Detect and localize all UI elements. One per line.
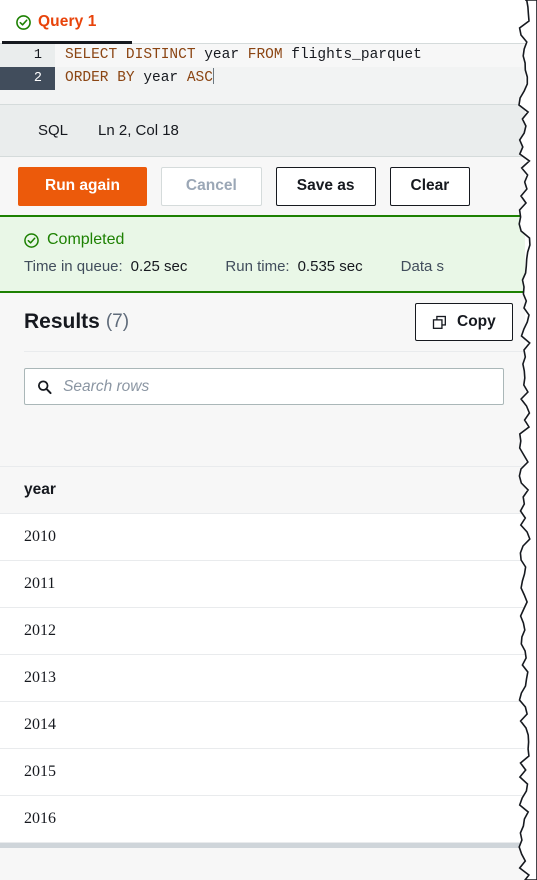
tab-label: Query 1 bbox=[38, 13, 97, 30]
results-header: Results (7) Copy bbox=[0, 293, 525, 351]
results-table-body: 2010 2011 2012 2013 2014 2015 2016 bbox=[0, 513, 525, 843]
search-rows-box[interactable] bbox=[24, 368, 504, 405]
line-number: 1 bbox=[0, 44, 55, 67]
sql-keyword: FROM bbox=[247, 47, 292, 63]
stat-value: 0.535 sec bbox=[297, 258, 363, 275]
sql-keyword: ASC bbox=[186, 70, 213, 86]
cell-year: 2013 bbox=[0, 654, 525, 702]
cursor-position-label: Ln 2, Col 18 bbox=[98, 122, 179, 139]
sql-identifier: year bbox=[143, 70, 187, 86]
check-circle-icon bbox=[16, 14, 31, 30]
results-table-spacer bbox=[0, 419, 525, 467]
run-again-button[interactable]: Run again bbox=[18, 166, 147, 206]
stat-time-in-queue: Time in queue: 0.25 sec bbox=[24, 258, 187, 275]
results-section: Results (7) Copy Search rows year 2010 2… bbox=[0, 293, 525, 880]
clear-button[interactable]: Clear bbox=[389, 166, 471, 206]
results-title: Results bbox=[24, 310, 100, 333]
text-caret bbox=[212, 68, 214, 84]
results-table-head: year bbox=[0, 467, 525, 514]
sql-identifier: flights_parquet bbox=[291, 47, 422, 63]
cancel-button: Cancel bbox=[160, 166, 262, 206]
table-row[interactable]: 2012 bbox=[0, 607, 525, 655]
sql-keyword: SELECT DISTINCT bbox=[65, 47, 205, 63]
sql-editor[interactable]: 1 SELECT DISTINCT year FROM flights_parq… bbox=[0, 44, 525, 105]
save-as-button[interactable]: Save as bbox=[275, 166, 376, 206]
editor-empty-area[interactable] bbox=[0, 90, 525, 104]
query-status-title: Completed bbox=[24, 231, 525, 249]
cell-year: 2015 bbox=[0, 748, 525, 796]
copy-button[interactable]: Copy bbox=[415, 303, 513, 341]
cell-year: 2016 bbox=[0, 795, 525, 843]
search-row bbox=[0, 352, 525, 419]
code-line-text[interactable]: ORDER BY year ASC bbox=[55, 67, 525, 90]
table-row[interactable]: 2013 bbox=[0, 654, 525, 702]
check-circle-icon bbox=[24, 232, 39, 248]
table-row[interactable]: 2016 bbox=[0, 795, 525, 843]
tab-bar: Query 1 bbox=[0, 0, 525, 45]
stat-label: Time in queue: bbox=[24, 258, 123, 275]
code-line-active[interactable]: 2 ORDER BY year ASC bbox=[0, 67, 525, 90]
table-row[interactable]: 2011 bbox=[0, 560, 525, 608]
search-rows-input[interactable] bbox=[63, 377, 491, 396]
query-editor-page: Query 1 1 SELECT DISTINCT year FROM flig… bbox=[0, 0, 537, 880]
search-icon bbox=[37, 379, 52, 394]
results-table: year 2010 2011 2012 2013 2014 2015 2016 bbox=[0, 467, 525, 843]
query-status-text: Completed bbox=[47, 231, 125, 248]
code-line-text[interactable]: SELECT DISTINCT year FROM flights_parque… bbox=[55, 44, 525, 67]
stat-run-time: Run time: 0.535 sec bbox=[225, 258, 362, 275]
line-number: 2 bbox=[0, 67, 55, 90]
copy-button-label: Copy bbox=[457, 313, 496, 330]
page-content: Query 1 1 SELECT DISTINCT year FROM flig… bbox=[0, 0, 525, 880]
editor-actions-toolbar: Run again Cancel Save as Clear bbox=[0, 157, 525, 215]
stat-value: 0.25 sec bbox=[130, 258, 188, 275]
table-row[interactable]: 2010 bbox=[0, 513, 525, 561]
cell-year: 2012 bbox=[0, 607, 525, 655]
sql-identifier: year bbox=[204, 47, 248, 63]
stat-label: Run time: bbox=[225, 258, 290, 275]
editor-status-bar: SQL Ln 2, Col 18 bbox=[0, 105, 525, 157]
copy-icon bbox=[432, 315, 446, 329]
query-status-banner: Completed Time in queue: 0.25 sec Run ti… bbox=[0, 215, 525, 293]
column-header-year[interactable]: year bbox=[0, 467, 525, 514]
table-header-row: year bbox=[0, 467, 525, 514]
query-stats: Time in queue: 0.25 sec Run time: 0.535 … bbox=[24, 258, 525, 275]
editor-language-label: SQL bbox=[38, 122, 69, 139]
cell-year: 2011 bbox=[0, 560, 525, 608]
sql-keyword: ORDER BY bbox=[65, 70, 144, 86]
tab-query-1[interactable]: Query 1 bbox=[2, 0, 112, 44]
stat-data-scanned: Data s bbox=[401, 258, 444, 275]
table-row[interactable]: 2015 bbox=[0, 748, 525, 796]
cell-year: 2010 bbox=[0, 513, 525, 561]
code-line[interactable]: 1 SELECT DISTINCT year FROM flights_parq… bbox=[0, 44, 525, 67]
results-count: (7) bbox=[105, 311, 130, 332]
table-row[interactable]: 2014 bbox=[0, 701, 525, 749]
cell-year: 2014 bbox=[0, 701, 525, 749]
stat-label: Data s bbox=[400, 258, 444, 275]
horizontal-scrollbar[interactable] bbox=[0, 843, 525, 848]
